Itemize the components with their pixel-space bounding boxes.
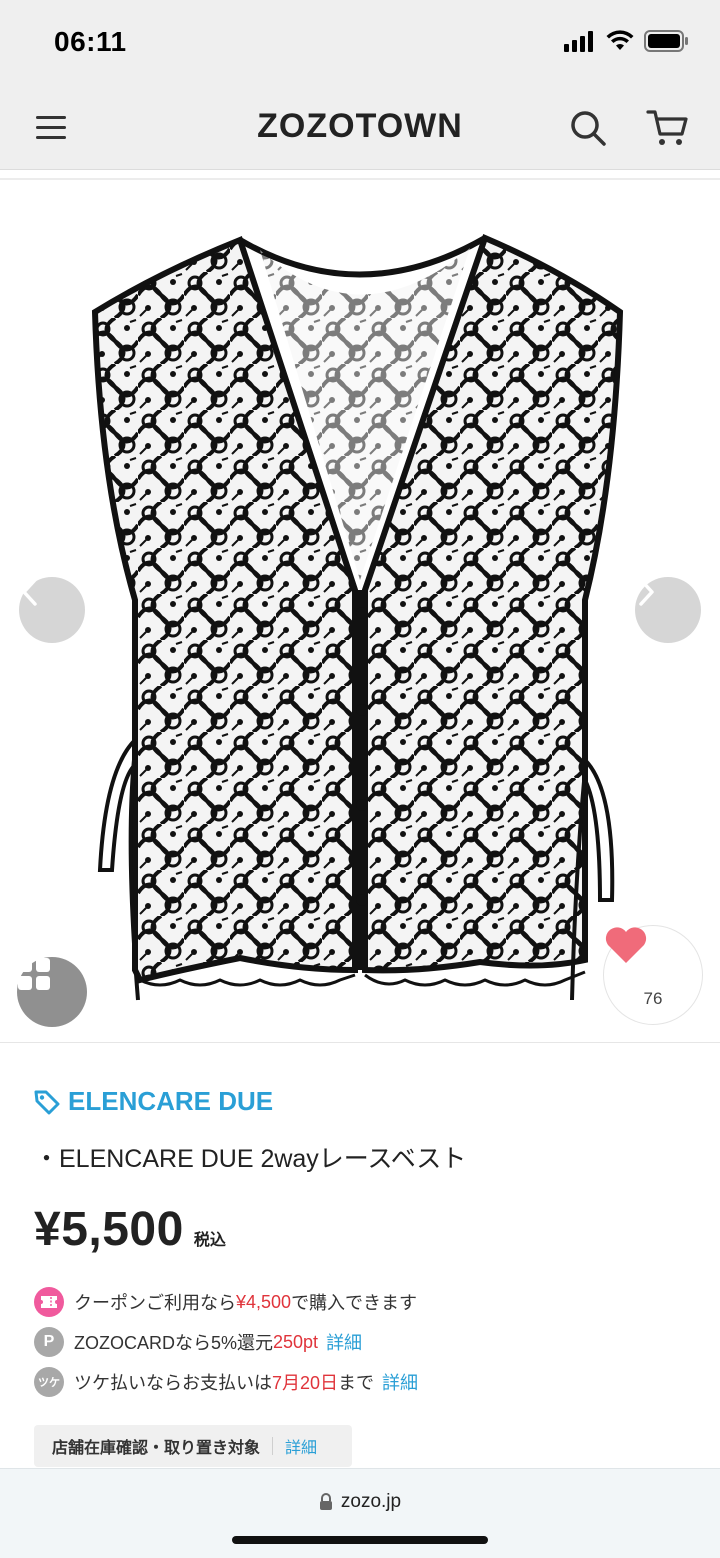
chevron-left-icon bbox=[22, 578, 37, 606]
zozocard-points: 250pt bbox=[273, 1331, 319, 1352]
prev-image-button[interactable] bbox=[19, 577, 85, 643]
grid-icon bbox=[18, 958, 50, 990]
cart-icon bbox=[646, 110, 688, 145]
signal-icon bbox=[564, 31, 593, 52]
price-row: ¥5,500 税込 bbox=[34, 1202, 226, 1257]
next-image-button[interactable] bbox=[635, 577, 701, 643]
store-stock-box[interactable]: 店舗在庫確認・取り置き対象 詳細 bbox=[34, 1425, 352, 1467]
zozocard-text: ZOZOCARDなら5%還元 bbox=[74, 1333, 274, 1353]
tax-label: 税込 bbox=[193, 1232, 226, 1249]
coupon-icon bbox=[34, 1287, 64, 1317]
product-image: 76 bbox=[0, 180, 720, 1042]
cart-button[interactable] bbox=[646, 108, 690, 148]
status-icons bbox=[564, 30, 690, 52]
brand-link[interactable]: ELENCARE DUE bbox=[34, 1086, 273, 1117]
tsuke-icon: ツケ bbox=[34, 1367, 64, 1397]
favorite-count: 76 bbox=[643, 989, 663, 1008]
header: ZOZOTOWN bbox=[0, 86, 720, 170]
heart-icon bbox=[605, 927, 647, 963]
price: ¥5,500 bbox=[34, 1203, 184, 1256]
coupon-text: クーポンご利用なら bbox=[74, 1293, 236, 1313]
url-display[interactable]: zozo.jp bbox=[0, 1491, 720, 1513]
coupon-text-suffix: で購入できます bbox=[291, 1293, 418, 1313]
search-icon bbox=[571, 111, 606, 146]
battery-icon bbox=[644, 30, 688, 52]
site-logo[interactable]: ZOZOTOWN bbox=[0, 107, 720, 146]
search-button[interactable] bbox=[568, 108, 608, 148]
store-stock-label: 店舗在庫確認・取り置き対象 bbox=[52, 1440, 261, 1457]
point-icon: P bbox=[34, 1327, 64, 1357]
zozocard-row: P ZOZOCARDなら5%還元 250pt 詳細 bbox=[34, 1327, 362, 1357]
store-detail-link[interactable]: 詳細 bbox=[285, 1434, 317, 1458]
lace-vest-image bbox=[91, 233, 624, 1001]
url-text: zozo.jp bbox=[340, 1491, 402, 1512]
tsuke-text-suffix: まで bbox=[338, 1373, 375, 1393]
wifi-icon bbox=[606, 30, 634, 50]
tag-icon bbox=[34, 1090, 60, 1114]
image-grid-button[interactable] bbox=[17, 957, 87, 1027]
zozocard-detail-link[interactable]: 詳細 bbox=[326, 1329, 362, 1355]
home-indicator bbox=[232, 1536, 488, 1544]
product-title: ・ELENCARE DUE 2wayレースベスト bbox=[34, 1145, 467, 1173]
tsuke-detail-link[interactable]: 詳細 bbox=[382, 1369, 418, 1395]
tsuke-date: 7月20日 bbox=[272, 1373, 339, 1393]
favorite-button[interactable]: 76 bbox=[603, 925, 703, 1025]
chevron-right-icon bbox=[639, 578, 654, 606]
lock-icon bbox=[319, 1493, 332, 1510]
tsuke-row: ツケ ツケ払いならお支払いは 7月20日 まで 詳細 bbox=[34, 1367, 418, 1397]
brand-name: ELENCARE DUE bbox=[68, 1086, 274, 1116]
divider bbox=[0, 1042, 720, 1043]
coupon-row: クーポンご利用なら ¥4,500 で購入できます bbox=[34, 1287, 417, 1317]
coupon-price: ¥4,500 bbox=[236, 1291, 292, 1312]
status-time: 06:11 bbox=[54, 26, 127, 57]
status-bar: 06:11 bbox=[0, 0, 720, 86]
tsuke-text: ツケ払いならお支払いは bbox=[74, 1373, 272, 1393]
divider bbox=[272, 1437, 274, 1455]
browser-url-bar[interactable]: zozo.jp bbox=[0, 1468, 720, 1558]
